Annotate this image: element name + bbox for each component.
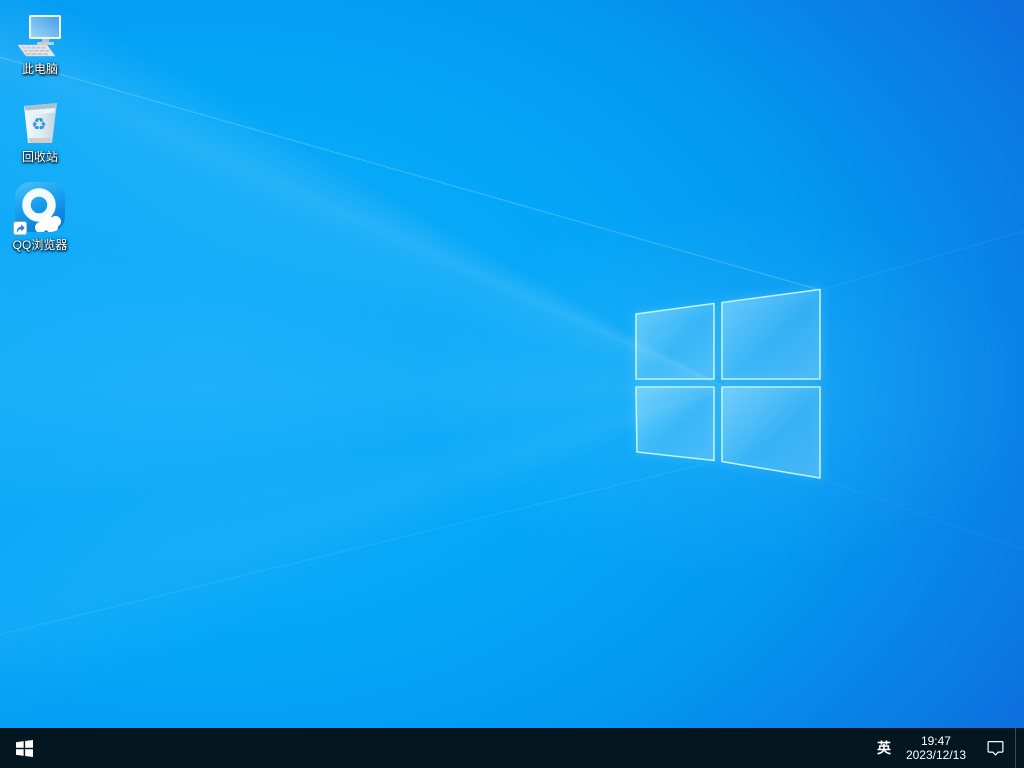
desktop-icon-this-pc[interactable]: 此电脑	[2, 7, 78, 76]
system-tray: 英 19:47 2023/12/13	[867, 728, 1024, 768]
taskbar-clock[interactable]: 19:47 2023/12/13	[901, 728, 975, 768]
desktop-screen: 此电脑 ♻ 回收站 QQ浏览器 英 19:47 2023/12/13	[0, 0, 1024, 768]
icon-label-qq-browser: QQ浏览器	[12, 238, 68, 252]
desktop-icon-recycle-bin[interactable]: ♻ 回收站	[2, 95, 78, 164]
computer-monitor-icon	[16, 7, 64, 59]
desktop-icon-qq-browser[interactable]: QQ浏览器	[2, 182, 78, 252]
show-desktop-button[interactable]	[1015, 728, 1024, 768]
icon-label-this-pc: 此电脑	[21, 62, 58, 76]
ime-indicator[interactable]: 英	[867, 728, 901, 768]
windows-start-icon	[15, 739, 33, 757]
svg-text:♻: ♻	[31, 115, 46, 135]
qq-browser-icon	[13, 182, 67, 235]
light-rays	[0, 56, 1024, 635]
clock-time: 19:47	[920, 734, 951, 748]
desktop-icon-column: 此电脑 ♻ 回收站 QQ浏览器	[2, 7, 78, 271]
clock-date: 2023/12/13	[905, 748, 966, 762]
recycle-bin-icon: ♻	[17, 95, 63, 147]
start-button[interactable]	[0, 728, 48, 768]
action-center-button[interactable]	[975, 728, 1015, 768]
windows-logo	[635, 288, 821, 479]
taskbar: 英 19:47 2023/12/13	[0, 728, 1024, 768]
wallpaper	[0, 0, 1024, 768]
shortcut-arrow-icon	[13, 221, 28, 235]
action-center-icon	[987, 740, 1003, 755]
icon-label-recycle-bin: 回收站	[21, 150, 58, 164]
